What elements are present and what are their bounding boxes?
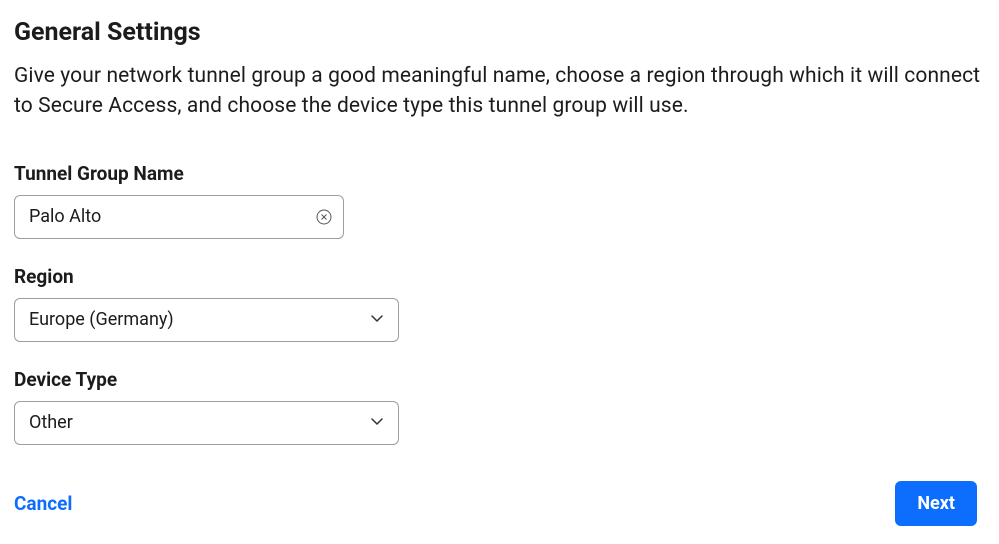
- footer-actions: Cancel Next: [14, 481, 985, 526]
- device-type-select-value: Other: [29, 412, 73, 433]
- tunnel-group-name-input[interactable]: [14, 195, 344, 239]
- device-type-label: Device Type: [14, 368, 985, 391]
- device-type-select-wrapper: Other: [14, 401, 399, 445]
- tunnel-group-name-label: Tunnel Group Name: [14, 162, 985, 185]
- region-select-value: Europe (Germany): [29, 309, 174, 330]
- clear-x-icon: [316, 209, 332, 225]
- field-tunnel-group-name: Tunnel Group Name: [14, 162, 985, 239]
- next-button[interactable]: Next: [895, 481, 977, 526]
- page-title: General Settings: [14, 18, 985, 47]
- field-device-type: Device Type Other: [14, 368, 985, 445]
- region-select[interactable]: Europe (Germany): [14, 298, 399, 342]
- field-region: Region Europe (Germany): [14, 265, 985, 342]
- tunnel-group-name-input-wrapper: [14, 195, 344, 239]
- region-select-wrapper: Europe (Germany): [14, 298, 399, 342]
- region-label: Region: [14, 265, 985, 288]
- cancel-button[interactable]: Cancel: [14, 492, 72, 515]
- page-description: Give your network tunnel group a good me…: [14, 61, 985, 122]
- device-type-select[interactable]: Other: [14, 401, 399, 445]
- clear-input-button[interactable]: [316, 209, 332, 225]
